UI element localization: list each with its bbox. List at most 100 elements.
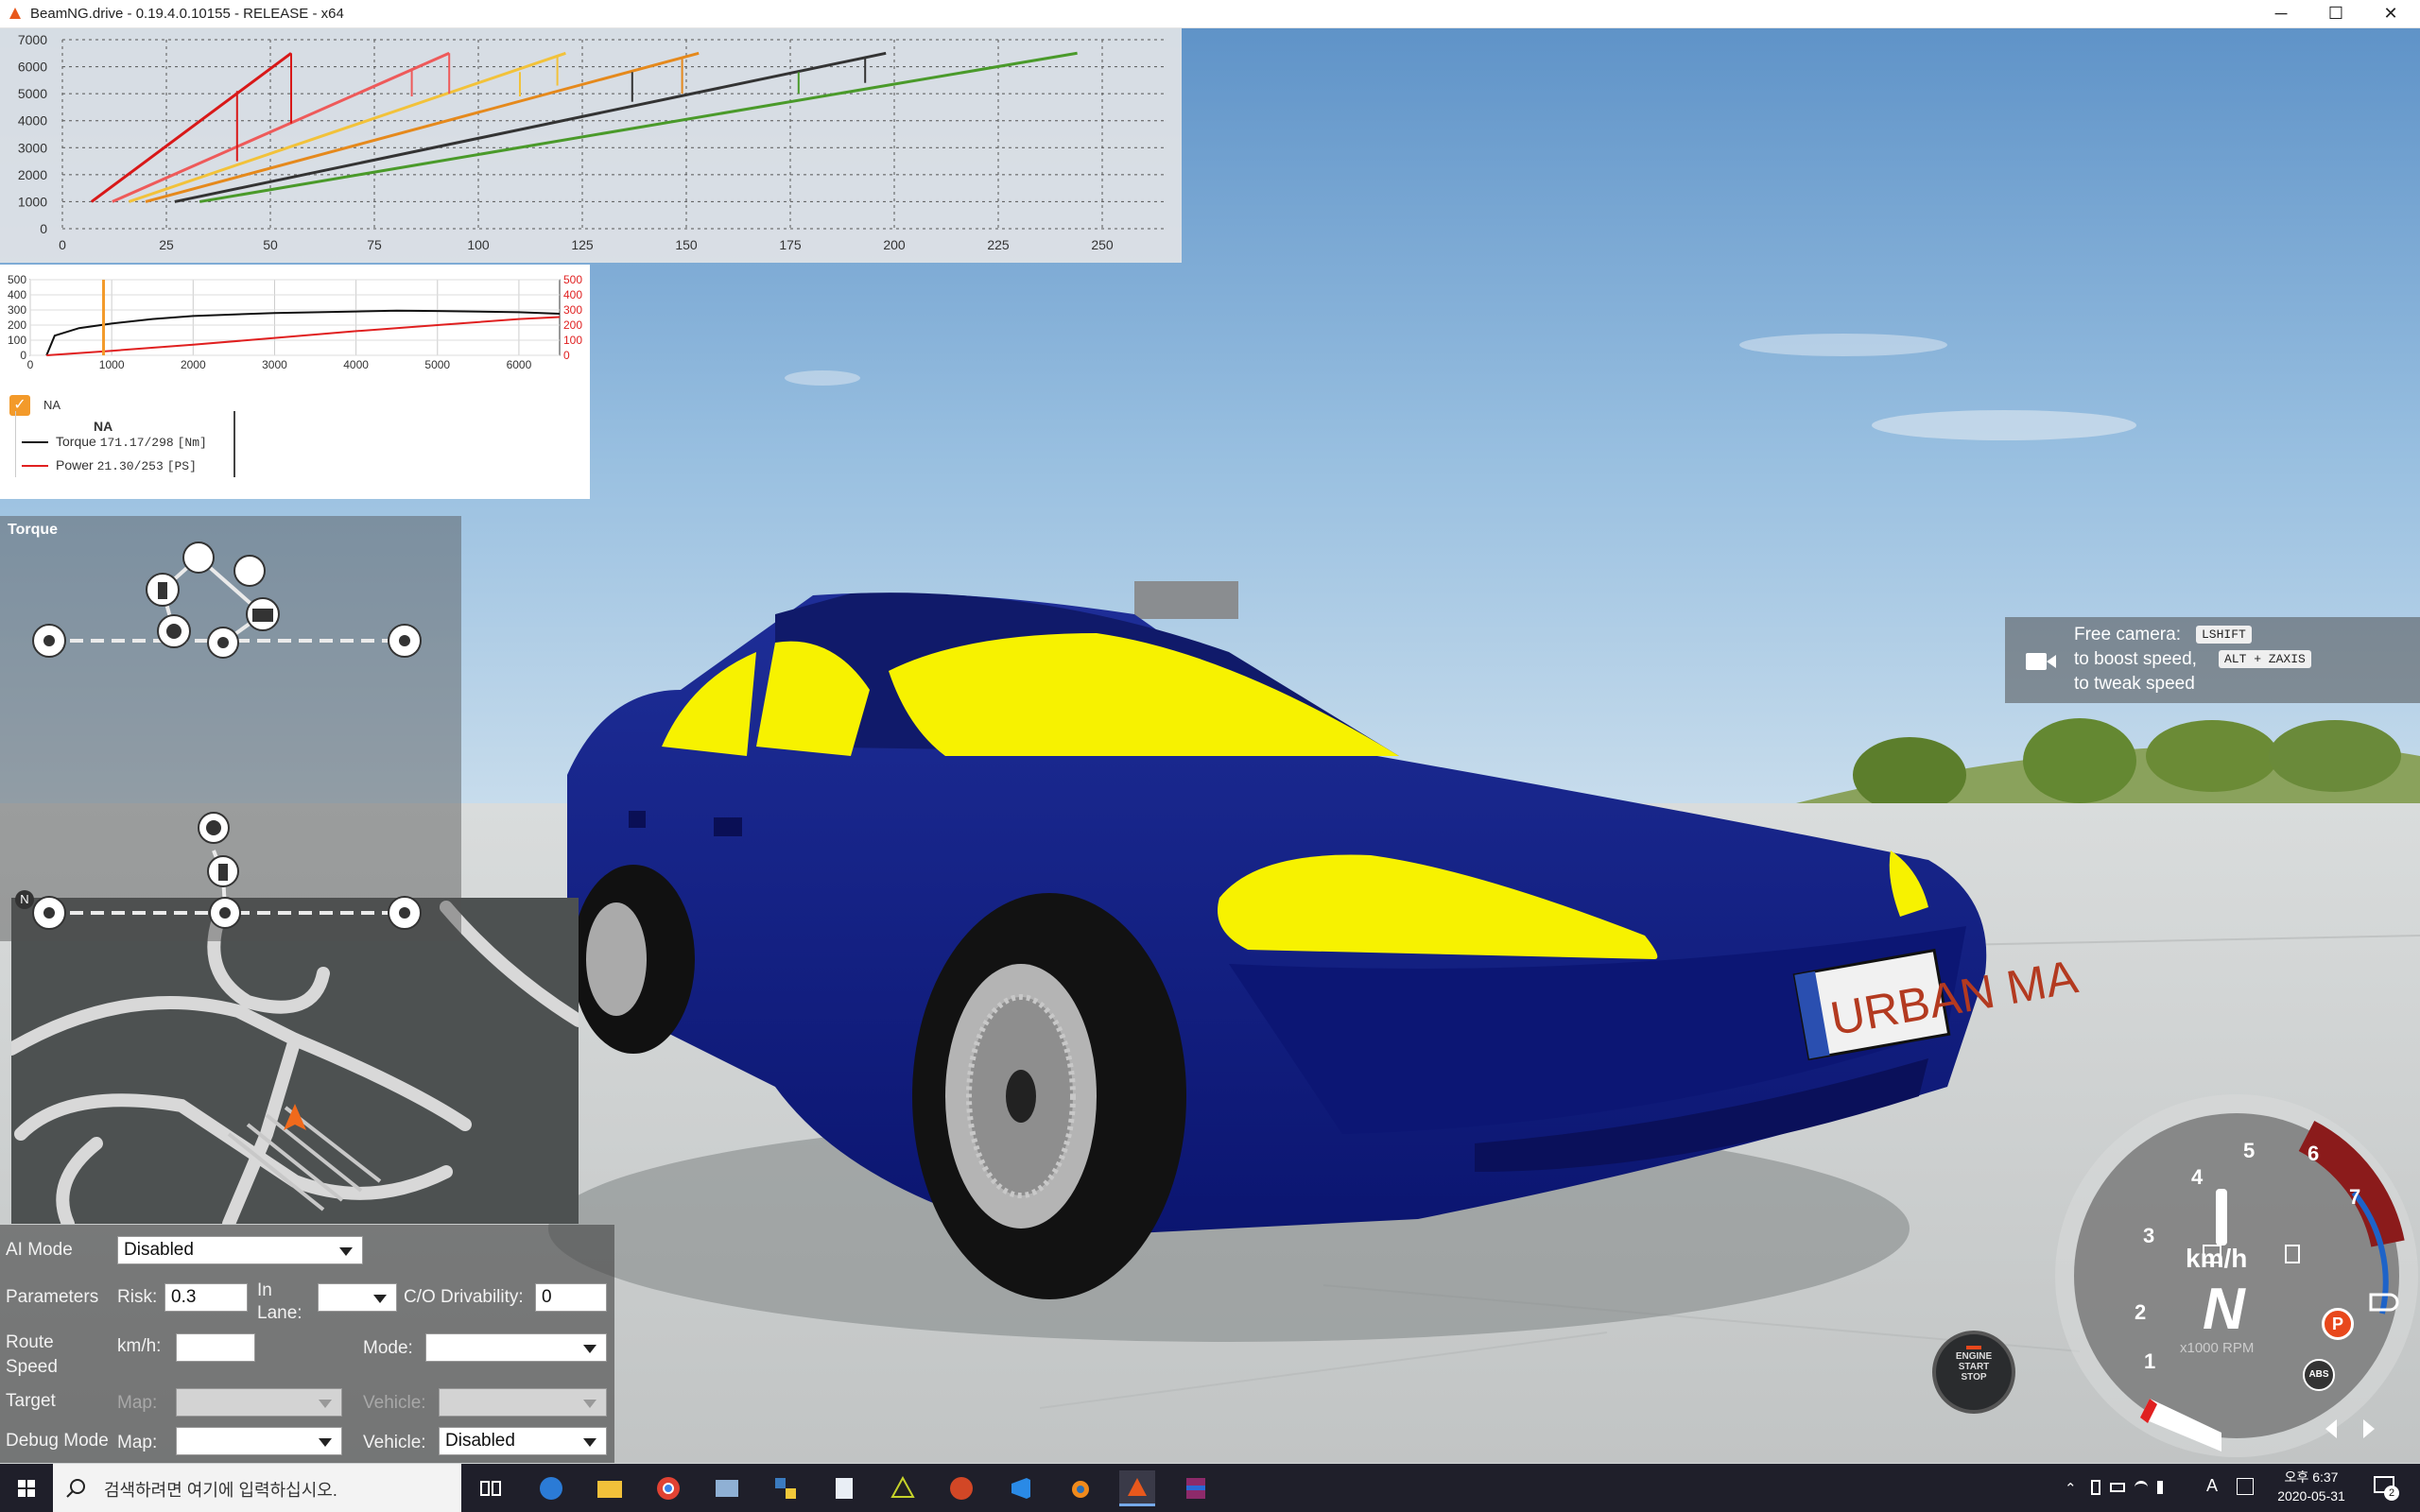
chrome-icon[interactable]	[650, 1470, 686, 1506]
torque-curve-chart: 0 1000 2000 3000 4000 5000 6000500400300200100…	[8, 273, 582, 371]
gear-y-tick: 6000	[18, 60, 47, 75]
gear-y-tick: 0	[40, 221, 47, 236]
gear-x-tick: 250	[1091, 237, 1114, 252]
debug-vehicle-select[interactable]: Disabled	[439, 1427, 607, 1455]
drivability-label: C/O Drivability:	[404, 1287, 524, 1307]
right-indicator-icon[interactable]	[2363, 1419, 2375, 1438]
taskbar-clock[interactable]: 오후 6:37 2020-05-31	[2269, 1468, 2354, 1505]
rpm-4: 4	[2191, 1165, 2204, 1189]
gear-x-tick: 0	[59, 237, 66, 252]
torque-curve-panel: 0 1000 2000 3000 4000 5000 6000 500 400 300 200 100…	[0, 265, 590, 499]
search-placeholder: 검색하려면 여기에 입력하십시오.	[104, 1481, 337, 1500]
start-label: START	[1958, 1362, 1990, 1372]
torque-x-tick: 0	[27, 358, 34, 371]
torque-y-tick-left: 300	[8, 303, 26, 317]
window-titlebar: BeamNG.drive - 0.19.4.0.10155 - RELEASE …	[0, 0, 2420, 28]
notification-count-badge: 2	[2384, 1486, 2399, 1501]
speed-needle-digit	[2216, 1189, 2227, 1246]
inkscape-icon[interactable]	[885, 1470, 921, 1506]
target-vehicle-select	[439, 1388, 607, 1417]
minimap[interactable]	[11, 898, 579, 1224]
rpm-1: 1	[2144, 1349, 2156, 1373]
debug-vehicle-label: Vehicle:	[363, 1433, 426, 1452]
search-icon	[66, 1479, 85, 1498]
notepad-icon[interactable]	[826, 1470, 862, 1506]
minimize-button[interactable]: ─	[2254, 0, 2308, 27]
dashboard-gauge: 5 6 4 7 3 2 1 km/h N x1000 RPM P ABS	[2042, 1087, 2420, 1465]
vscode-icon[interactable]	[1002, 1470, 1038, 1506]
rpm-6: 6	[2308, 1142, 2320, 1165]
power-y-tick-right: 300	[563, 303, 582, 317]
in-lane-select[interactable]	[318, 1283, 397, 1312]
maximize-button[interactable]: ☐	[2308, 0, 2363, 27]
ai-mode-select[interactable]: Disabled	[117, 1236, 363, 1264]
target-map-label: Map:	[117, 1393, 158, 1413]
start-button[interactable]	[8, 1471, 45, 1505]
mode-label: Mode:	[363, 1338, 413, 1358]
engine-label: ENGINE	[1955, 1351, 1993, 1362]
gear-3-line	[128, 51, 566, 203]
file-explorer-icon[interactable]	[592, 1470, 628, 1506]
beamng-taskbar-icon[interactable]	[1119, 1470, 1155, 1506]
engine-start-button[interactable]: ENGINE START STOP	[1932, 1331, 2015, 1414]
clock-date: 2020-05-31	[2277, 1488, 2345, 1503]
torque-converter-icon	[233, 555, 266, 587]
usb-icon[interactable]	[2091, 1480, 2100, 1495]
rpm-5: 5	[2243, 1139, 2256, 1162]
legend-power-value: 21.30/253	[96, 459, 164, 473]
parking-brake-indicator[interactable]: P	[2322, 1308, 2354, 1340]
powerpoint-icon[interactable]	[943, 1470, 979, 1506]
abs-indicator: ABS	[2303, 1359, 2335, 1391]
target-vehicle-label: Vehicle:	[363, 1393, 426, 1413]
shaft-icon	[182, 541, 215, 574]
torque-curve	[45, 309, 561, 356]
power-y-tick-right: 0	[563, 349, 570, 362]
ime-korean-icon[interactable]	[2237, 1478, 2254, 1495]
route-speed-label: Route Speed	[6, 1332, 58, 1377]
gear-y-tick: 7000	[18, 32, 47, 47]
gear-x-tick: 25	[159, 237, 174, 252]
gear-x-tick: 175	[779, 237, 802, 252]
camera-hint-line1: Free camera:	[2074, 625, 2181, 644]
target-label: Target	[6, 1391, 56, 1411]
debug-map-select[interactable]	[176, 1427, 342, 1455]
gear-x-tick: 225	[987, 237, 1010, 252]
drivability-input[interactable]: 0	[535, 1283, 607, 1312]
ai-mode-label: AI Mode	[6, 1240, 73, 1260]
gear-x-tick: 150	[675, 237, 698, 252]
gear-y-tick: 2000	[18, 167, 47, 182]
edge-browser-icon[interactable]	[533, 1470, 569, 1506]
speed-unit: km/h	[2186, 1244, 2248, 1273]
route-speed-input[interactable]	[176, 1333, 255, 1362]
route-mode-select[interactable]	[425, 1333, 607, 1362]
system-tray-icons[interactable]	[2091, 1476, 2195, 1499]
wifi-icon[interactable]	[2135, 1481, 2148, 1494]
python-icon[interactable]	[768, 1470, 804, 1506]
battery-icon[interactable]	[2110, 1483, 2125, 1492]
legend-power-swatch	[22, 465, 48, 467]
risk-input[interactable]: 0.3	[164, 1283, 248, 1312]
volume-icon[interactable]	[2157, 1481, 2170, 1494]
close-button[interactable]: ✕	[2363, 0, 2418, 27]
gear-y-tick: 3000	[18, 140, 47, 155]
gear-x-tick: 100	[467, 237, 490, 252]
taskbar-search-box[interactable]: 검색하려면 여기에 입력하십시오.	[53, 1464, 461, 1512]
legend-torque-value: 171.17/298	[99, 436, 174, 450]
torque-x-tick: 1000	[99, 358, 125, 371]
winrar-icon[interactable]	[1178, 1470, 1214, 1506]
rpm-unit: x1000 RPM	[2180, 1340, 2255, 1356]
gear-indicator: N	[2203, 1277, 2245, 1342]
gear-y-tick: 5000	[18, 86, 47, 101]
blender-icon[interactable]	[1061, 1470, 1097, 1506]
legend-torque-swatch	[22, 441, 48, 443]
alt-zaxis-key: ALT + ZAXIS	[2219, 650, 2311, 668]
notification-center-icon[interactable]: 2	[2371, 1472, 2399, 1501]
photos-icon[interactable]	[709, 1470, 745, 1506]
rpm-3: 3	[2143, 1224, 2155, 1247]
power-y-tick-right: 500	[563, 273, 582, 286]
free-camera-hint: Free camera: LSHIFT to boost speed, ALT …	[2005, 617, 2420, 703]
ime-mode-indicator[interactable]: A	[2206, 1476, 2218, 1496]
tray-overflow-icon[interactable]: ⌃	[2065, 1480, 2077, 1497]
task-view-icon[interactable]	[473, 1470, 509, 1506]
parameters-label: Parameters	[6, 1287, 99, 1307]
